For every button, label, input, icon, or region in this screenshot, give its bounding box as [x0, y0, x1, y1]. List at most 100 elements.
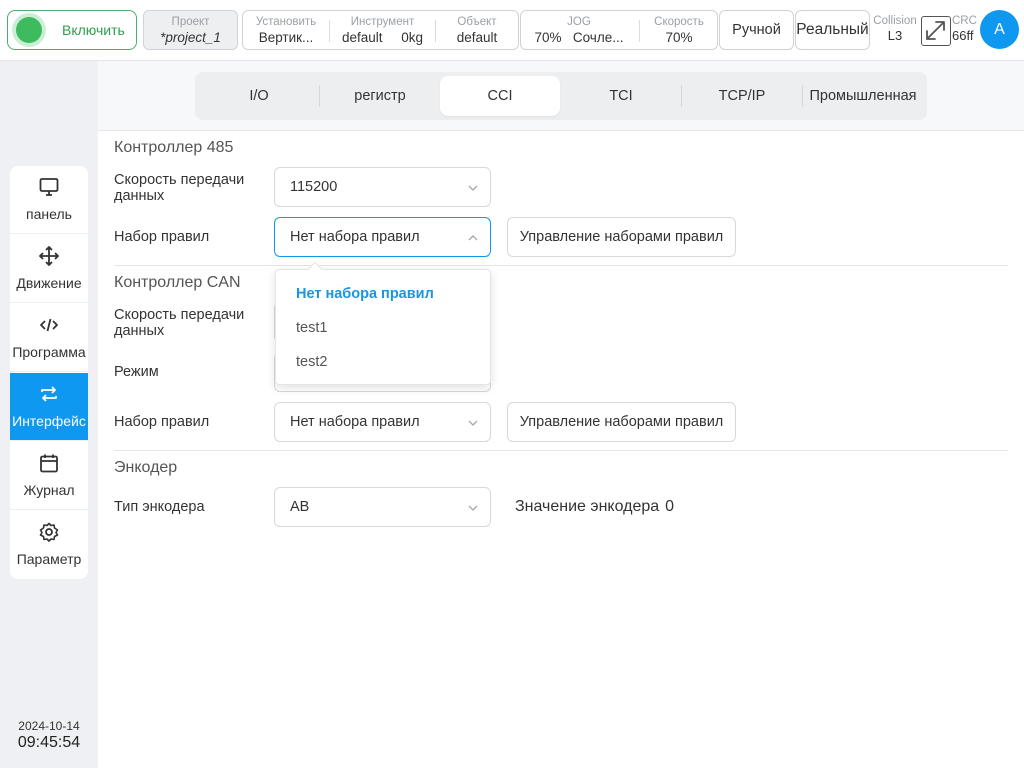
swap-arrows-icon: [41, 386, 57, 402]
tab-tci[interactable]: TCI: [561, 76, 681, 116]
rs485-section-title: Контроллер 485: [114, 139, 234, 156]
calendar-icon: [40, 454, 58, 473]
speed-selector[interactable]: Скорость 70%: [640, 11, 718, 49]
move-arrows-icon: [39, 246, 59, 266]
rs485-ruleset-value: Нет набора правил: [290, 229, 420, 245]
main-panel: I/O регистр CCI TCI TCP/IP Промышленная …: [98, 61, 1024, 768]
collision-value: L3: [887, 28, 903, 43]
object-selector[interactable]: Объект default: [436, 11, 518, 49]
project-value: *project_1: [160, 30, 221, 45]
top-bar: Включить Проект *project_1 Установить Ве…: [0, 0, 1024, 61]
sidebar-item-interface[interactable]: Интерфейс: [10, 373, 88, 441]
code-icon: [40, 318, 58, 332]
object-caption: Объект: [457, 16, 497, 28]
jog-caption: JOG: [567, 16, 591, 28]
can-mode-label: Режим: [114, 364, 159, 380]
chevron-down-icon: [468, 185, 478, 191]
can-ruleset-value: Нет набора правил: [290, 414, 420, 430]
real-mode-button[interactable]: Реальный: [795, 10, 870, 50]
encoder-value-display: Значение энкодера 0: [515, 498, 674, 516]
tool-load-value: 0kg: [401, 30, 424, 45]
tool-selector[interactable]: Инструмент default 0kg: [330, 11, 435, 49]
sidebar-item-label: Параметр: [16, 551, 82, 567]
jog-selector[interactable]: JOG 70% Сочле...: [521, 11, 637, 49]
tab-register[interactable]: регистр: [320, 76, 440, 116]
can-section-title: Контроллер CAN: [114, 274, 241, 291]
tab-bar: I/O регистр CCI TCI TCP/IP Промышленная: [195, 72, 927, 120]
dropdown-option-test1[interactable]: test1: [276, 311, 492, 345]
sidebar-item-parameters[interactable]: Параметр: [10, 511, 88, 579]
can-manage-rulesets-button[interactable]: Управление наборами правил: [507, 402, 736, 442]
monitor-icon: [39, 178, 59, 196]
install-selector[interactable]: Установить Вертик...: [243, 11, 329, 49]
current-time: 09:45:54: [17, 734, 81, 751]
fullscreen-icon[interactable]: [921, 16, 951, 46]
encoder-type-select[interactable]: AB: [274, 487, 491, 527]
rs485-baud-label-line2: данных: [114, 188, 165, 204]
sidebar-item-panel[interactable]: панель: [10, 166, 88, 234]
ruleset-dropdown-menu: Нет набора правил test1 test2: [275, 261, 492, 385]
power-on-label: Включить: [62, 22, 125, 38]
project-selector[interactable]: Проект *project_1: [143, 10, 238, 50]
encoder-section-title: Энкодер: [114, 459, 178, 476]
current-date: 2024-10-14: [18, 719, 80, 733]
tab-bar-area: I/O регистр CCI TCI TCP/IP Промышленная: [98, 61, 1024, 131]
sidebar-item-label: Программа: [12, 344, 86, 360]
chevron-up-icon: [468, 235, 478, 241]
tool-value: default: [341, 30, 383, 45]
rs485-manage-rulesets-button[interactable]: Управление наборами правил: [507, 217, 736, 257]
power-status-icon: [16, 17, 42, 43]
encoder-type-value: AB: [290, 499, 310, 515]
sidebar-item-label: Интерфейс: [12, 413, 86, 429]
crc-value: 66ff: [952, 28, 974, 43]
install-tool-object-group: Установить Вертик... Инструмент default …: [242, 10, 519, 50]
rs485-baud-label-line1: Скорость передачи: [114, 172, 245, 188]
can-ruleset-select[interactable]: Нет набора правил: [274, 402, 491, 442]
crc-caption: CRC: [952, 15, 977, 27]
install-value: Вертик...: [258, 30, 314, 45]
can-baud-label-line2: данных: [114, 323, 165, 339]
can-baud-label-line1: Скорость передачи: [114, 307, 245, 323]
collision-caption: Collision: [873, 15, 917, 27]
tab-io[interactable]: I/O: [199, 76, 319, 116]
tab-industrial[interactable]: Промышленная: [803, 76, 923, 116]
speed-caption: Скорость: [654, 16, 704, 28]
object-value: default: [456, 30, 498, 45]
power-on-button[interactable]: Включить: [7, 10, 137, 50]
rs485-ruleset-label: Набор правил: [114, 229, 210, 245]
jog-value: 70%: [534, 30, 562, 45]
sidebar-item-journal[interactable]: Журнал: [10, 442, 88, 510]
gear-icon: [39, 522, 59, 542]
sidebar-nav: панель Движение Программа Интерфейс Журн…: [10, 166, 88, 579]
tool-caption: Инструмент: [350, 16, 415, 28]
collision-level[interactable]: Collision L3: [871, 14, 919, 44]
speed-value: 70%: [665, 30, 693, 45]
encoder-value: 0: [665, 498, 675, 515]
rs485-baud-select[interactable]: 115200: [274, 167, 491, 207]
rs485-ruleset-select[interactable]: Нет набора правил: [274, 217, 491, 257]
can-baud-label: Скорость передачи данных: [114, 307, 244, 339]
chevron-down-icon: [468, 505, 478, 511]
dropdown-option-test2[interactable]: test2: [276, 345, 492, 379]
sidebar-item-label: Движение: [16, 275, 82, 291]
rs485-baud-label: Скорость передачи данных: [114, 172, 244, 204]
sidebar-item-label: панель: [26, 206, 72, 222]
encoder-value-label: Значение энкодера: [515, 498, 660, 515]
crc-display: CRC 66ff: [952, 14, 980, 44]
rs485-baud-value: 115200: [290, 179, 338, 195]
chevron-down-icon: [468, 420, 478, 426]
sidebar-item-motion[interactable]: Движение: [10, 235, 88, 303]
section-divider: [114, 265, 1008, 266]
project-caption: Проект: [171, 16, 210, 28]
dropdown-option-no-ruleset[interactable]: Нет набора правил: [276, 277, 492, 311]
jog-speed-group: JOG 70% Сочле... Скорость 70%: [520, 10, 718, 50]
tab-cci[interactable]: CCI: [440, 76, 560, 116]
user-avatar[interactable]: A: [980, 10, 1019, 49]
sidebar-item-program[interactable]: Программа: [10, 304, 88, 372]
sidebar-item-label: Журнал: [23, 482, 75, 498]
can-ruleset-label: Набор правил: [114, 414, 210, 430]
encoder-type-label: Тип энкодера: [114, 499, 205, 515]
tab-tcpip[interactable]: TCP/IP: [682, 76, 802, 116]
section-divider: [114, 450, 1008, 451]
manual-mode-button[interactable]: Ручной: [719, 10, 794, 50]
